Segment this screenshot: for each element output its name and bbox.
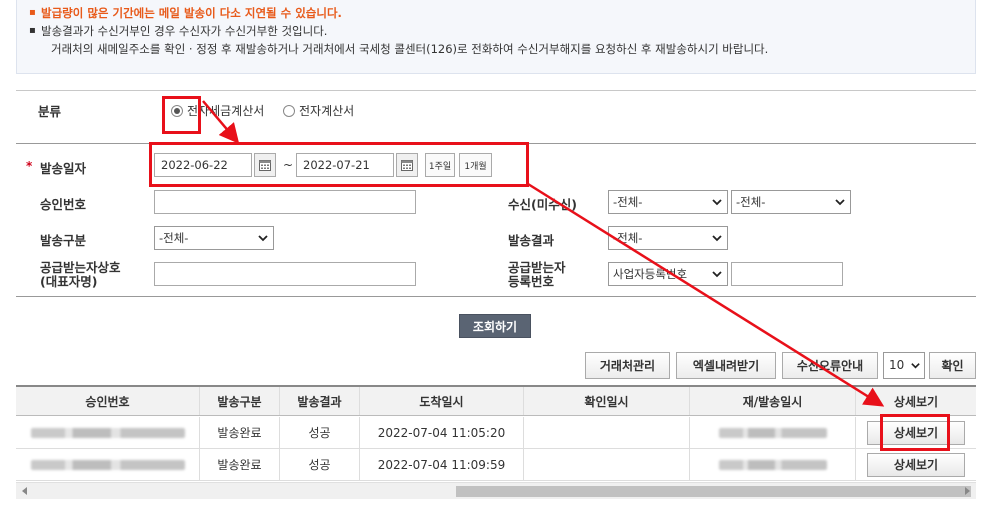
receipt-select-2-value: -전체-	[736, 195, 766, 209]
detail-button[interactable]: 상세보기	[867, 420, 965, 445]
required-mark: *	[26, 159, 33, 173]
approval-no-redacted	[16, 449, 200, 480]
col-arrival: 도착일시	[360, 387, 524, 415]
search-button[interactable]: 조회하기	[459, 314, 531, 338]
receipt-select-1[interactable]: -전체-	[608, 190, 728, 214]
receipt-select-2[interactable]: -전체-	[731, 190, 851, 214]
buyer-name-label-line1: 공급받는자상호	[40, 260, 121, 275]
buyer-reg-label-line2: 등록번호	[508, 274, 555, 289]
buyer-reg-type-select-value: 사업자등록번호	[613, 267, 688, 281]
buyer-reg-type-select[interactable]: 사업자등록번호	[608, 262, 728, 286]
send-type-label: 발송구분	[40, 233, 87, 248]
send-result-label: 발송결과	[508, 233, 555, 248]
quick-1week-button[interactable]: 1주일	[425, 153, 455, 177]
col-approval-no: 승인번호	[16, 387, 200, 415]
send-result-select[interactable]: -전체-	[608, 226, 728, 250]
send-date-label: 발송일자	[40, 161, 87, 176]
chevron-down-icon	[712, 271, 722, 278]
date-range-separator: ~	[283, 158, 294, 172]
col-send-result: 발송결과	[280, 387, 360, 415]
result-cell: 성공	[280, 449, 360, 480]
resend-time-redacted	[690, 417, 856, 448]
notice-line-3: 거래처의 새메일주소를 확인 · 정정 후 재발송하거나 거래처에서 국세청 콜…	[51, 42, 769, 56]
result-cell: 성공	[280, 417, 360, 448]
date-from-input[interactable]: 2022-06-22	[154, 153, 252, 177]
detail-button[interactable]: 상세보기	[867, 452, 965, 477]
client-mgmt-button[interactable]: 거래처관리	[585, 352, 670, 379]
buyer-reg-label-line1: 공급받는자	[508, 260, 566, 275]
receipt-select-1-value: -전체-	[613, 195, 643, 209]
chevron-down-icon	[911, 363, 920, 369]
confirm-time-cell	[524, 449, 690, 480]
send-result-select-value: -전체-	[613, 231, 643, 245]
scroll-thumb[interactable]	[456, 486, 971, 497]
radio-e-invoice-label[interactable]: 전자계산서	[299, 102, 354, 119]
table-row: 발송완료 성공 2022-07-04 11:09:59 상세보기	[16, 449, 976, 481]
quick-1month-button[interactable]: 1개월	[459, 153, 492, 177]
chevron-down-icon	[258, 235, 268, 242]
send-type-select[interactable]: -전체-	[154, 226, 274, 250]
scroll-right-icon[interactable]	[965, 487, 970, 495]
approval-no-input[interactable]	[154, 190, 416, 214]
excel-download-button[interactable]: 엑셀내려받기	[676, 352, 776, 379]
calendar-icon[interactable]	[254, 153, 276, 177]
buyer-reg-input[interactable]	[731, 262, 843, 286]
buyer-name-input[interactable]	[154, 262, 416, 286]
chevron-down-icon	[712, 235, 722, 242]
col-confirm-time: 확인일시	[524, 387, 690, 415]
arrival-cell: 2022-07-04 11:05:20	[360, 417, 524, 448]
approval-no-label: 승인번호	[40, 197, 87, 212]
receipt-error-guide-button[interactable]: 수신오류안내	[782, 352, 878, 379]
detail-cell: 상세보기	[856, 449, 976, 480]
notice-line-2-text: 발송결과가 수신거부인 경우 수신자가 수신거부한 것입니다.	[41, 24, 328, 38]
category-row: 분류 전자세금계산서 전자계산서	[16, 90, 976, 130]
confirm-time-cell	[524, 417, 690, 448]
calendar-icon[interactable]	[396, 153, 418, 177]
radio-e-tax-invoice[interactable]	[171, 105, 183, 117]
col-detail: 상세보기	[893, 394, 939, 409]
arrival-cell: 2022-07-04 11:09:59	[360, 449, 524, 480]
send-type-cell: 발송완료	[200, 417, 280, 448]
table-row: 발송완료 성공 2022-07-04 11:05:20 상세보기	[16, 417, 976, 449]
receipt-label: 수신(미수신)	[508, 197, 577, 212]
category-label: 분류	[38, 104, 62, 119]
buyer-reg-label: 공급받는자 등록번호	[508, 261, 566, 289]
date-to-input[interactable]: 2022-07-21	[296, 153, 394, 177]
col-resend-time: 재/발송일시	[690, 387, 856, 415]
buyer-name-label: 공급받는자상호 (대표자명)	[40, 261, 121, 289]
notice-box: ▪ 발급량이 많은 기간에는 메일 발송이 다소 지연될 수 있습니다. ▪ 발송결…	[16, 0, 976, 74]
chevron-down-icon	[712, 199, 722, 206]
scroll-left-icon[interactable]	[22, 487, 27, 495]
per-page-value: 10	[889, 358, 905, 372]
horizontal-scrollbar[interactable]	[16, 482, 976, 499]
notice-line-2: ▪ 발송결과가 수신거부인 경우 수신자가 수신거부한 것입니다.	[29, 24, 328, 38]
send-type-cell: 발송완료	[200, 449, 280, 480]
notice-warning-text: 발급량이 많은 기간에는 메일 발송이 다소 지연될 수 있습니다.	[41, 6, 342, 20]
notice-warning: ▪ 발급량이 많은 기간에는 메일 발송이 다소 지연될 수 있습니다.	[29, 6, 342, 20]
per-page-select[interactable]: 10	[883, 352, 925, 379]
buyer-name-label-line2: (대표자명)	[40, 274, 98, 289]
approval-no-redacted	[16, 417, 200, 448]
radio-e-tax-invoice-label[interactable]: 전자세금계산서	[187, 102, 264, 119]
radio-e-invoice[interactable]	[283, 105, 295, 117]
confirm-button[interactable]: 확인	[929, 352, 976, 379]
search-form: * 발송일자 2022-06-22 ~ 2022-07-21 1주일 1개월 승…	[16, 143, 976, 297]
chevron-down-icon	[835, 199, 845, 206]
detail-cell: 상세보기	[856, 417, 976, 448]
resend-time-redacted	[690, 449, 856, 480]
send-type-select-value: -전체-	[159, 231, 189, 245]
col-send-type: 발송구분	[200, 387, 280, 415]
table-header: 승인번호 발송구분 발송결과 도착일시 확인일시 재/발송일시 상세보기	[16, 385, 976, 416]
